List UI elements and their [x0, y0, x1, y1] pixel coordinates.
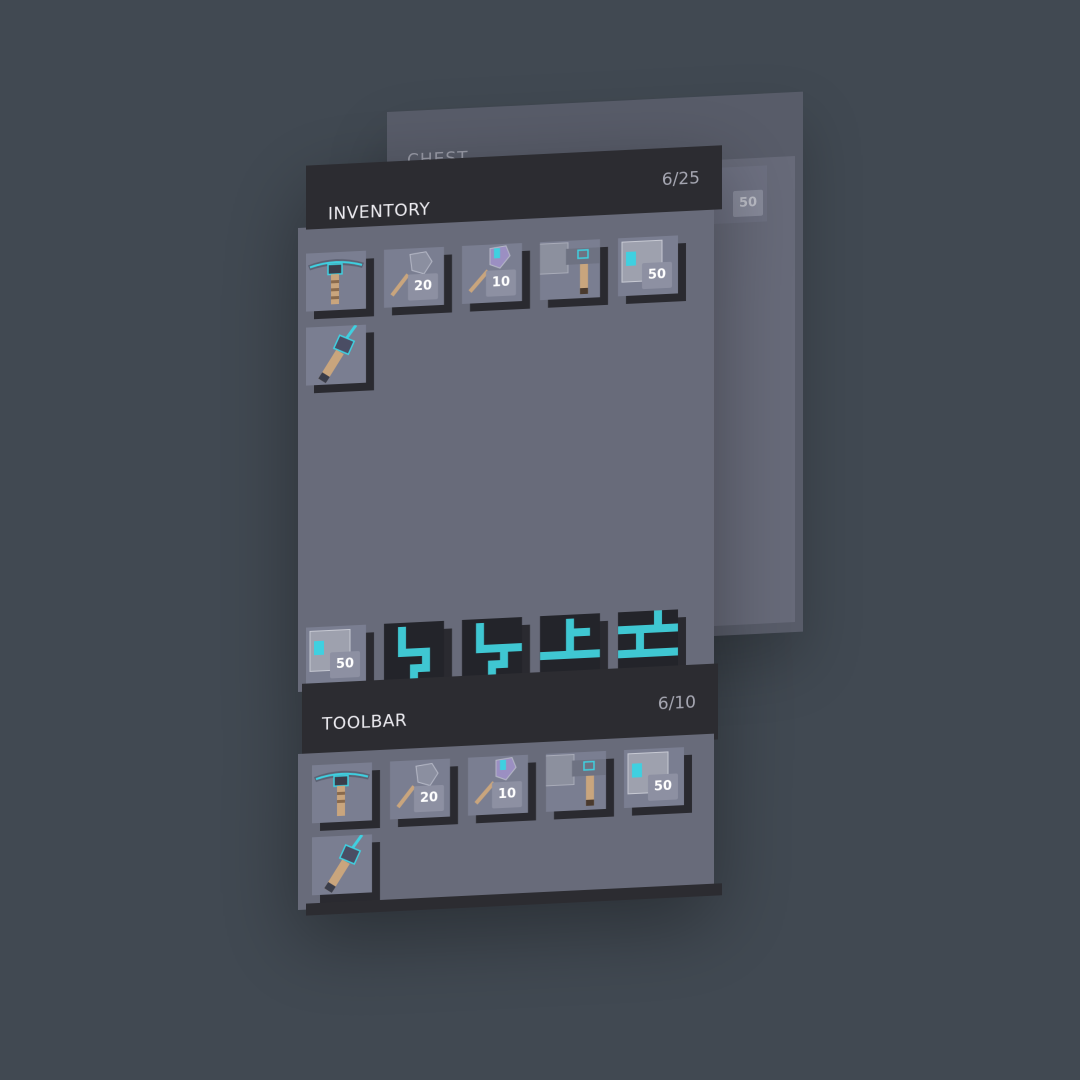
item-count: 10	[486, 269, 516, 297]
item-count: 50	[642, 261, 672, 290]
pickaxe-icon	[308, 259, 364, 305]
toolbar-slot-6[interactable]	[312, 834, 380, 903]
wall-piece-a-icon	[398, 626, 430, 681]
hammer-icon	[546, 753, 606, 806]
toolbar-title: TOOLBAR	[322, 710, 408, 735]
inventory-slot-5[interactable]: 50	[618, 235, 686, 304]
toolbar-slot-4[interactable]	[546, 750, 614, 820]
wall-piece-b-icon	[476, 622, 522, 677]
inventory-window: 20 10 50 50 INVENTORY 6/25 TOOLBAR 6/10 …	[298, 145, 722, 936]
item-count: 20	[414, 784, 444, 813]
item-count: 50	[648, 773, 678, 801]
inventory-slot-24[interactable]	[540, 613, 608, 682]
inventory-slot-2[interactable]: 20	[384, 246, 452, 316]
inventory-slot-4[interactable]	[540, 239, 608, 308]
inventory-slot-6[interactable]	[306, 324, 374, 394]
inventory-grid: 20 10 50 50	[298, 207, 714, 694]
toolbar-capacity: 6/10	[657, 692, 696, 715]
inventory-slot-23[interactable]	[462, 617, 530, 686]
inventory-capacity: 6/25	[661, 168, 700, 191]
toolbar-slot-2[interactable]: 20	[390, 758, 458, 828]
item-count: 10	[492, 781, 522, 809]
toolbar-slot-5[interactable]: 50	[624, 747, 692, 816]
drill-tool-icon	[324, 834, 364, 893]
item-count: 20	[408, 273, 438, 301]
hammer-icon	[540, 242, 600, 295]
chest-slot-count: 50	[733, 189, 763, 218]
pickaxe-icon	[314, 770, 370, 817]
inventory-slot-22[interactable]	[384, 620, 452, 690]
toolbar-slot-1[interactable]	[312, 762, 380, 831]
inventory-slot-1[interactable]	[306, 250, 374, 320]
item-count: 50	[330, 650, 360, 679]
inventory-title: INVENTORY	[328, 199, 431, 225]
inventory-slot-21[interactable]: 50	[306, 624, 374, 694]
drill-tool-icon	[318, 324, 358, 384]
toolbar-slot-3[interactable]: 10	[468, 754, 536, 824]
inventory-slot-3[interactable]: 10	[462, 243, 530, 312]
wall-piece-c-icon	[540, 618, 600, 661]
inventory-slot-25[interactable]	[618, 609, 686, 678]
wall-piece-d-icon	[618, 610, 678, 659]
toolbar-grid: 20 10 50	[298, 733, 714, 910]
